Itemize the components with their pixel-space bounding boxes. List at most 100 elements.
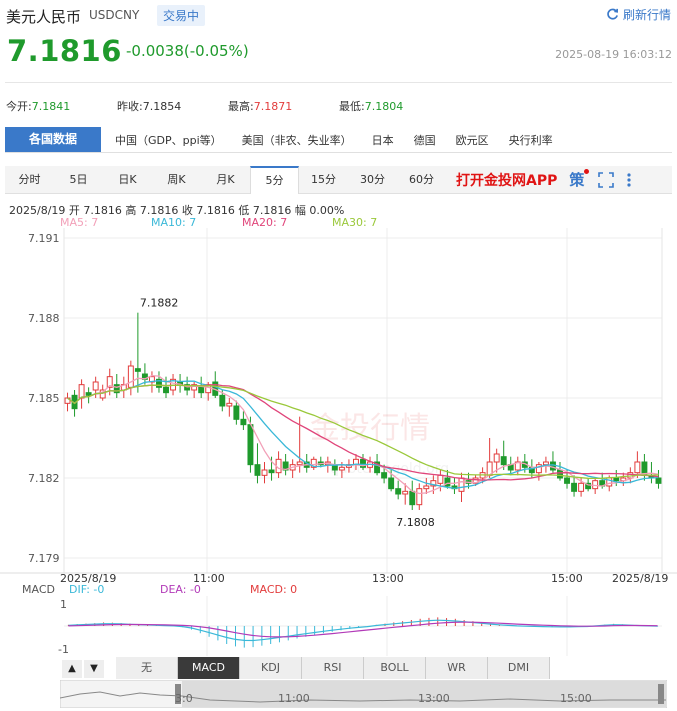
candle [423, 485, 430, 490]
candle [416, 488, 423, 506]
candle [542, 461, 549, 466]
candle [613, 477, 620, 482]
tab-germany[interactable]: 德国 [404, 132, 446, 148]
candle [240, 418, 247, 426]
tab-china[interactable]: 中国（GDP、ppi等） [105, 132, 232, 148]
nav-tick: 15:00 [560, 692, 592, 705]
macd-chart[interactable]: MACD DIF: -0 DEA: -0 MACD: 0 1 -1 [0, 582, 677, 656]
macd-dea: DEA: -0 [160, 583, 201, 596]
tab-30min[interactable]: 30分 [348, 166, 397, 194]
tab-dmi[interactable]: DMI [488, 657, 550, 679]
y-tick-label: 7.182 [28, 472, 60, 485]
tab-weekly[interactable]: 周K [152, 166, 201, 194]
tab-rsi[interactable]: RSI [302, 657, 364, 679]
macd-dif: DIF: -0 [69, 583, 104, 596]
stat-prev-close: 昨收:7.1854 [117, 100, 182, 113]
nav-tick: 11:00 [278, 692, 310, 705]
candle [571, 482, 578, 492]
macd-ytick-bottom: -1 [58, 643, 69, 656]
tab-wr[interactable]: WR [426, 657, 488, 679]
notification-dot [584, 169, 590, 174]
scroll-down-button[interactable]: ▼ [84, 660, 104, 678]
navigator-right-handle[interactable] [658, 684, 664, 704]
candle [578, 482, 585, 492]
tab-15min[interactable]: 15分 [299, 166, 348, 194]
candle [254, 464, 261, 476]
candle [226, 402, 233, 407]
tab-japan[interactable]: 日本 [362, 132, 404, 148]
candle [296, 461, 303, 466]
open-app-link[interactable]: 打开金投网APP [456, 170, 557, 190]
refresh-icon [607, 8, 618, 20]
candle [437, 474, 444, 484]
fullscreen-icon[interactable] [598, 171, 615, 188]
candle [395, 488, 402, 495]
candle [402, 490, 409, 495]
dea-line [68, 621, 658, 638]
candle [388, 477, 395, 490]
candle [655, 477, 662, 484]
nav-tick: 13:00 [418, 692, 450, 705]
tab-5day[interactable]: 5日 [54, 166, 103, 194]
candle [233, 405, 240, 420]
strategy-button[interactable]: 策 [569, 169, 590, 190]
status-badge: 交易中 [157, 5, 206, 26]
stat-open: 今开:7.1841 [6, 100, 71, 113]
candle [268, 469, 275, 474]
candle [338, 466, 345, 471]
high-annotation: 7.1882 [140, 297, 179, 310]
tab-monthly[interactable]: 月K [201, 166, 250, 194]
nav-tick: 3:0 [175, 692, 193, 705]
current-price: 7.1816 [7, 34, 122, 68]
candle [381, 472, 388, 479]
candle [564, 477, 570, 484]
candle [163, 386, 169, 394]
tab-none[interactable]: 无 [116, 657, 178, 679]
strategy-label: 策 [569, 171, 585, 189]
update-timestamp: 2025-08-19 16:03:12 [555, 48, 672, 61]
low-annotation: 7.1808 [396, 516, 435, 529]
tab-boll[interactable]: BOLL [364, 657, 426, 679]
stat-high: 最高:7.1871 [228, 100, 293, 113]
time-navigator[interactable]: 3:0 11:00 13:00 15:00 [60, 680, 667, 708]
tab-eurozone[interactable]: 欧元区 [446, 132, 499, 148]
y-tick-label: 7.188 [28, 312, 60, 325]
tab-intraday[interactable]: 分时 [5, 166, 54, 194]
candle [127, 365, 134, 388]
candle [500, 456, 507, 466]
candle [493, 453, 500, 463]
refresh-label: 刷新行情 [622, 8, 671, 22]
macd-name: MACD [22, 583, 55, 596]
price-change: -0.0038(-0.05%) [126, 42, 249, 60]
macd-ytick-top: 1 [60, 598, 67, 611]
tab-usa[interactable]: 美国（非农、失业率） [232, 132, 362, 148]
candle [261, 469, 268, 476]
symbol-code: USDCNY [89, 8, 140, 22]
candle [134, 368, 141, 372]
tab-country-data[interactable]: 各国数据 [5, 127, 101, 152]
candle [592, 480, 599, 490]
tab-5min[interactable]: 5分 [250, 165, 299, 194]
candle [198, 386, 205, 394]
candle [78, 384, 85, 399]
y-tick-label: 7.191 [28, 232, 60, 245]
tab-central-bank-rate[interactable]: 央行利率 [499, 132, 563, 148]
period-tabs: 分时 5日 日K 周K 月K 5分 15分 30分 60分 打开金投网APP 策 [5, 165, 672, 194]
macd-value: MACD: 0 [250, 583, 297, 596]
refresh-button[interactable]: 刷新行情 [606, 6, 671, 23]
tab-macd[interactable]: MACD [178, 657, 240, 679]
indicator-tabs: 无 MACD KDJ RSI BOLL WR DMI [116, 657, 550, 679]
candle [85, 392, 92, 396]
candle [409, 490, 416, 506]
tab-60min[interactable]: 60分 [397, 166, 446, 194]
tab-daily[interactable]: 日K [103, 166, 152, 194]
candle [458, 477, 465, 492]
tab-kdj[interactable]: KDJ [240, 657, 302, 679]
candlestick-chart[interactable]: 金投行情 quote.cngold.org 7.1917.1887.1857.1… [0, 228, 677, 588]
scroll-up-button[interactable]: ▲ [62, 660, 82, 678]
page-title: 美元人民币 [6, 8, 82, 26]
candle [557, 469, 563, 479]
stat-low: 最低:7.1804 [339, 100, 404, 113]
more-menu-icon[interactable] [626, 172, 632, 188]
candle [549, 461, 556, 471]
